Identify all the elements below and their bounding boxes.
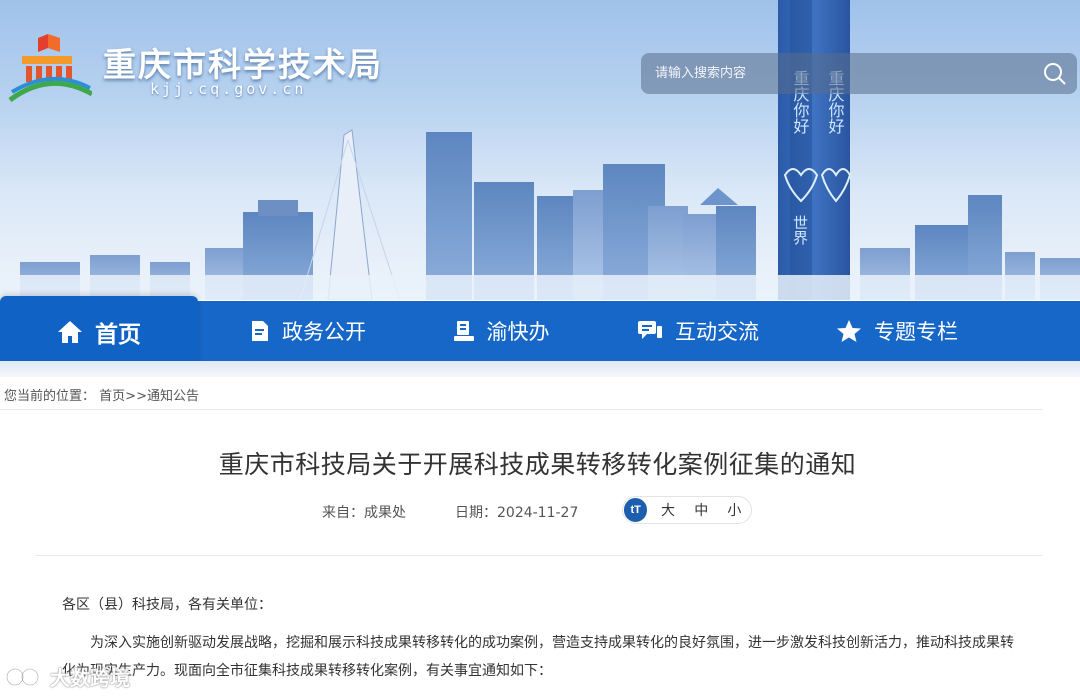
nav-item-label: 首页 <box>95 321 141 348</box>
nav-item-label: 渝快办 <box>486 320 550 344</box>
font-size-icon: tT <box>624 498 648 522</box>
nav-item-home[interactable]: 首页 <box>0 296 198 367</box>
site-title: 重庆市科学技术局 <box>103 45 383 84</box>
tower-led-text-bottom: 世界 <box>791 215 809 245</box>
main-nav: 首页 政务公开 渝快办 互动交流 专题专栏 <box>0 296 1080 367</box>
search-bar <box>641 53 1077 94</box>
service-desk-icon <box>453 320 475 342</box>
font-size-small-button[interactable]: 小 <box>718 500 751 520</box>
nav-item-interaction[interactable]: 互动交流 <box>634 301 762 361</box>
article-greeting: 各区（县）科技局，各有关单位： <box>62 597 272 613</box>
divider <box>0 409 1042 410</box>
breadcrumb-separator: >> <box>125 389 147 404</box>
article-source: 来自：成果处 <box>322 505 406 521</box>
watermark-text: 大数跨境 <box>50 666 130 690</box>
nav-item-label: 互动交流 <box>675 320 759 344</box>
watermark: 大数跨境 <box>6 662 130 691</box>
font-size-large-button[interactable]: 大 <box>651 500 684 520</box>
nav-item-yukuaiban[interactable]: 渝快办 <box>446 301 556 361</box>
article-title: 重庆市科技局关于开展科技成果转移转化案例征集的通知 <box>218 450 857 479</box>
font-size-switcher: tT 大 中 小 <box>622 496 752 524</box>
nav-item-label: 政务公开 <box>282 320 366 344</box>
divider <box>36 555 1042 556</box>
nav-item-special[interactable]: 专题专栏 <box>832 301 962 361</box>
home-icon <box>57 320 83 344</box>
watermark-logo-icon <box>6 667 40 686</box>
nav-item-government[interactable]: 政务公开 <box>238 301 378 361</box>
search-button[interactable] <box>1033 53 1077 94</box>
search-input[interactable] <box>641 53 1033 94</box>
star-icon <box>836 319 862 343</box>
breadcrumb-current-link[interactable]: 通知公告 <box>147 389 199 404</box>
nav-item-label: 专题专栏 <box>874 320 958 344</box>
chat-icon <box>637 320 663 342</box>
logo-icon <box>8 34 92 103</box>
article-date: 日期：2024-11-27 <box>455 505 579 521</box>
search-icon <box>1044 62 1066 85</box>
breadcrumb-home-link[interactable]: 首页 <box>99 389 125 404</box>
font-size-medium-button[interactable]: 中 <box>685 500 718 520</box>
site-domain: kjj.cq.gov.cn <box>150 80 307 98</box>
breadcrumb: 您当前的位置： 首页>>通知公告 <box>4 385 199 404</box>
nav-shadow-strip <box>0 361 1080 377</box>
article-paragraph: 为深入实施创新驱动发展战略，挖掘和展示科技成果转移转化的成功案例，营造支持成果转… <box>62 635 1014 679</box>
breadcrumb-prefix: 您当前的位置： <box>4 389 96 404</box>
document-icon <box>250 320 270 342</box>
header-banner: 重庆你好 重庆你好 世界 重庆市科学技术局 kjj.cq.gov.cn <box>0 0 1080 300</box>
